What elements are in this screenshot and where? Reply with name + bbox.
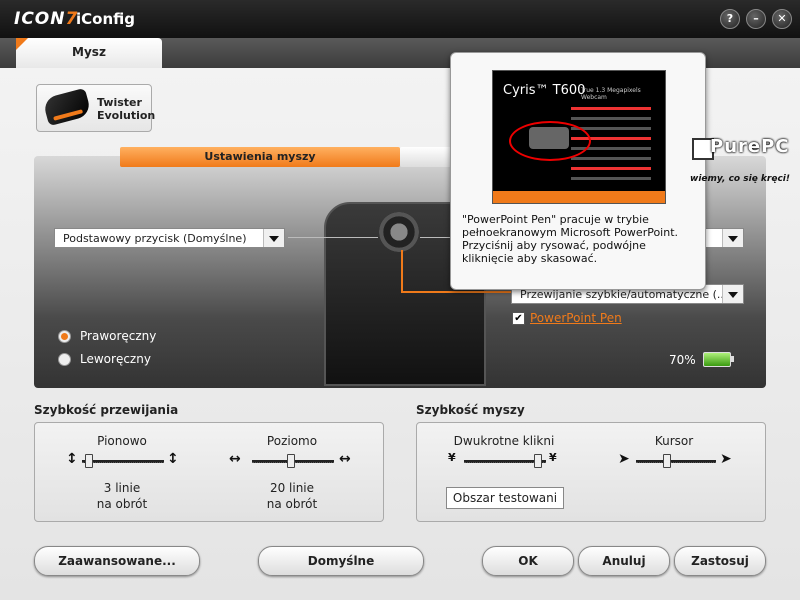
- horizontal-arrows-icon: ↔: [229, 451, 241, 467]
- double-click-slow-icon: ¥: [448, 451, 456, 464]
- wheel-connector-vertical: [401, 250, 403, 292]
- test-area-button[interactable]: Obszar testowani: [446, 487, 564, 509]
- chevron-down-icon: [722, 229, 743, 247]
- cursor-speed-label: Kursor: [654, 434, 694, 448]
- horizontal-scroll-label: Poziomo: [266, 434, 318, 448]
- mouse-icon: [42, 87, 92, 127]
- slide-title: Cyris™ T600: [503, 83, 586, 98]
- advanced-button[interactable]: Zaawansowane...: [34, 546, 200, 576]
- slide-bullet-line: [571, 167, 651, 170]
- horizontal-scroll-value: 20 linie: [269, 481, 315, 495]
- chevron-down-icon: [722, 285, 743, 303]
- ok-button[interactable]: OK: [482, 546, 574, 576]
- horizontal-scroll-slider[interactable]: [287, 454, 295, 468]
- apply-button[interactable]: Zastosuj: [674, 546, 766, 576]
- app-logo: ICON7: [14, 9, 79, 29]
- help-button[interactable]: ?: [720, 9, 740, 29]
- close-button[interactable]: ✕: [772, 9, 792, 29]
- vertical-arrows-fast-icon: ↕: [167, 451, 179, 467]
- tab-accent: [16, 38, 28, 50]
- purepc-watermark: PurePC wiemy, co się kręci!: [690, 136, 794, 188]
- connector-line-left: [288, 237, 378, 238]
- left-handed-label: Leworęczny: [80, 352, 151, 366]
- right-handed-radio[interactable]: [58, 330, 71, 343]
- double-click-slider[interactable]: [534, 454, 542, 468]
- cursor-speed-track: [636, 460, 716, 463]
- battery-percent: 70%: [669, 353, 696, 367]
- left-button-select[interactable]: Podstawowy przycisk (Domyślne): [54, 228, 285, 248]
- cancel-button[interactable]: Anuluj: [578, 546, 670, 576]
- vertical-scroll-label: Pionowo: [97, 434, 147, 448]
- powerpoint-pen-checkbox[interactable]: ✔: [512, 312, 525, 325]
- right-handed-label: Praworęczny: [80, 329, 157, 343]
- powerpoint-slide-preview: Cyris™ T600 True 1.3 Megapixels Webcam: [492, 70, 666, 204]
- left-button-select-value: Podstawowy przycisk (Domyślne): [63, 232, 247, 245]
- left-handed-radio[interactable]: [58, 353, 71, 366]
- defaults-button[interactable]: Domyślne: [258, 546, 424, 576]
- vertical-arrows-icon: ↕: [66, 451, 78, 467]
- cursor-slow-icon: ➤: [618, 451, 630, 467]
- slide-bullet-line: [571, 177, 651, 180]
- horizontal-scroll-unit: na obrót: [266, 497, 318, 511]
- double-click-fast-icon: ¥: [549, 451, 557, 464]
- slide-bullet-line: [571, 157, 651, 160]
- tab-mysz[interactable]: Mysz: [16, 38, 162, 68]
- double-click-label: Dwukrotne klikni: [453, 434, 555, 448]
- title-bar: ICON7 iConfig ? – ✕: [0, 0, 800, 38]
- chevron-down-icon: [263, 229, 284, 247]
- slide-bullet-line: [571, 117, 651, 120]
- tab-label: Mysz: [72, 45, 106, 59]
- vertical-scroll-track: [82, 460, 164, 463]
- horizontal-arrows-fast-icon: ↔: [339, 451, 351, 467]
- slide-footer: [493, 191, 665, 203]
- scroll-wheel: [379, 212, 419, 252]
- subtab-secondary[interactable]: [400, 147, 452, 167]
- powerpoint-pen-link[interactable]: PowerPoint Pen: [530, 311, 622, 325]
- vertical-scroll-value: 3 linie: [103, 481, 141, 495]
- wheel-connector-horizontal: [401, 291, 511, 293]
- minimize-button[interactable]: –: [746, 9, 766, 29]
- tooltip-text: "PowerPoint Pen" pracuje w trybie pełnoe…: [462, 213, 679, 265]
- battery-icon: [703, 352, 734, 367]
- slide-bullet-line: [571, 107, 651, 110]
- right-button-select[interactable]: [704, 228, 744, 248]
- vertical-scroll-unit: na obrót: [96, 497, 148, 511]
- app-title: iConfig: [76, 10, 135, 28]
- red-highlight-ring: [509, 121, 591, 161]
- mouse-speed-title: Szybkość myszy: [416, 403, 525, 417]
- slide-subtitle: True 1.3 Megapixels Webcam: [581, 87, 641, 101]
- device-button-twister-evolution[interactable]: Twister Evolution: [36, 84, 156, 132]
- watermark-slogan: wiemy, co się kręci!: [690, 174, 790, 184]
- scroll-speed-title: Szybkość przewijania: [34, 403, 179, 417]
- subtab-mouse-settings[interactable]: Ustawienia myszy: [120, 147, 400, 167]
- cursor-speed-slider[interactable]: [663, 454, 671, 468]
- cursor-fast-icon: ➤: [720, 451, 732, 467]
- watermark-brand: PurePC: [710, 136, 790, 157]
- vertical-scroll-slider[interactable]: [85, 454, 93, 468]
- device-name: Twister Evolution: [97, 96, 156, 122]
